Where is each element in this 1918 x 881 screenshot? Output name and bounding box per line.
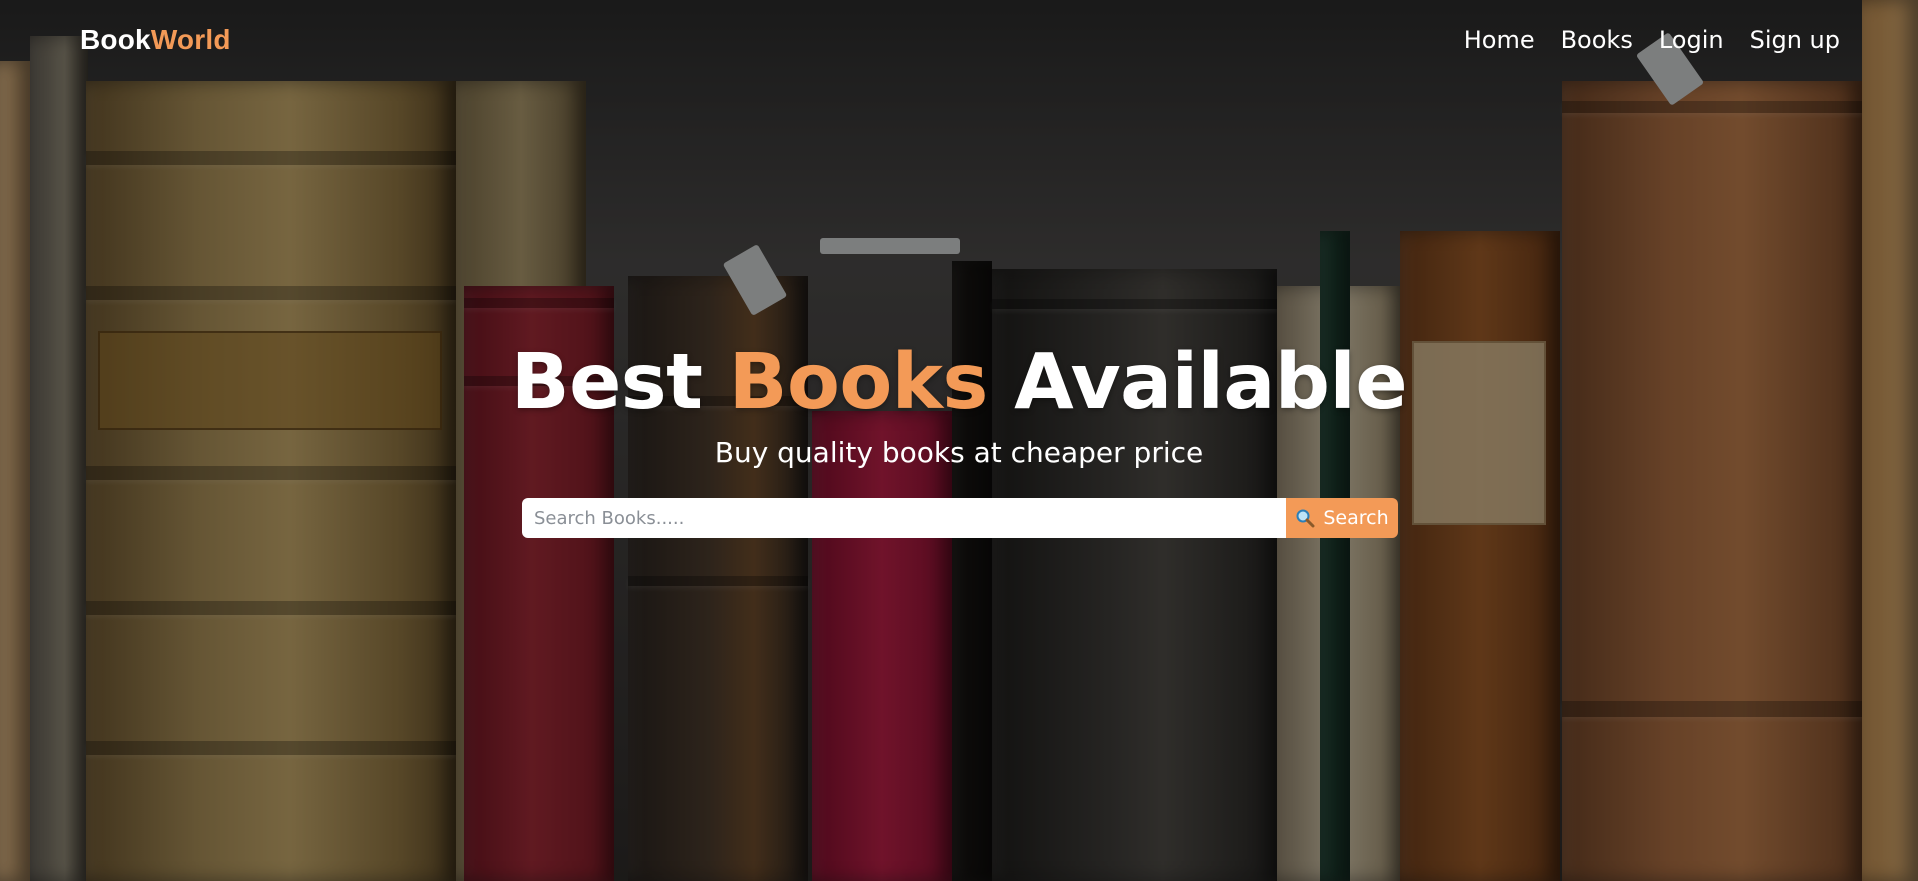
brand-logo[interactable]: BookWorld <box>80 24 231 56</box>
hero-title-accent: Books <box>728 338 989 427</box>
nav-link-signup[interactable]: Sign up <box>1750 26 1840 54</box>
search-button[interactable]: Search <box>1286 498 1398 538</box>
hero-subtitle: Buy quality books at cheaper price <box>714 436 1204 469</box>
hero-title-suffix: Available <box>1014 338 1408 427</box>
navbar: BookWorld Home Books Login Sign up <box>0 0 1918 86</box>
hero-section: BookWorld Home Books Login Sign up Best … <box>0 0 1918 881</box>
brand-name-part2: World <box>150 24 231 55</box>
nav-links: Home Books Login Sign up <box>1464 26 1840 54</box>
hero-title-prefix: Best <box>510 338 703 427</box>
hero-title: Best Books Available <box>0 344 1918 421</box>
nav-link-home[interactable]: Home <box>1464 26 1535 54</box>
nav-link-books[interactable]: Books <box>1561 26 1633 54</box>
search-form: Search <box>522 498 1398 538</box>
magnifier-icon <box>1295 508 1315 528</box>
search-input[interactable] <box>522 498 1286 538</box>
nav-link-login[interactable]: Login <box>1659 26 1724 54</box>
brand-name-part1: Book <box>80 24 151 55</box>
search-button-label: Search <box>1323 507 1389 529</box>
